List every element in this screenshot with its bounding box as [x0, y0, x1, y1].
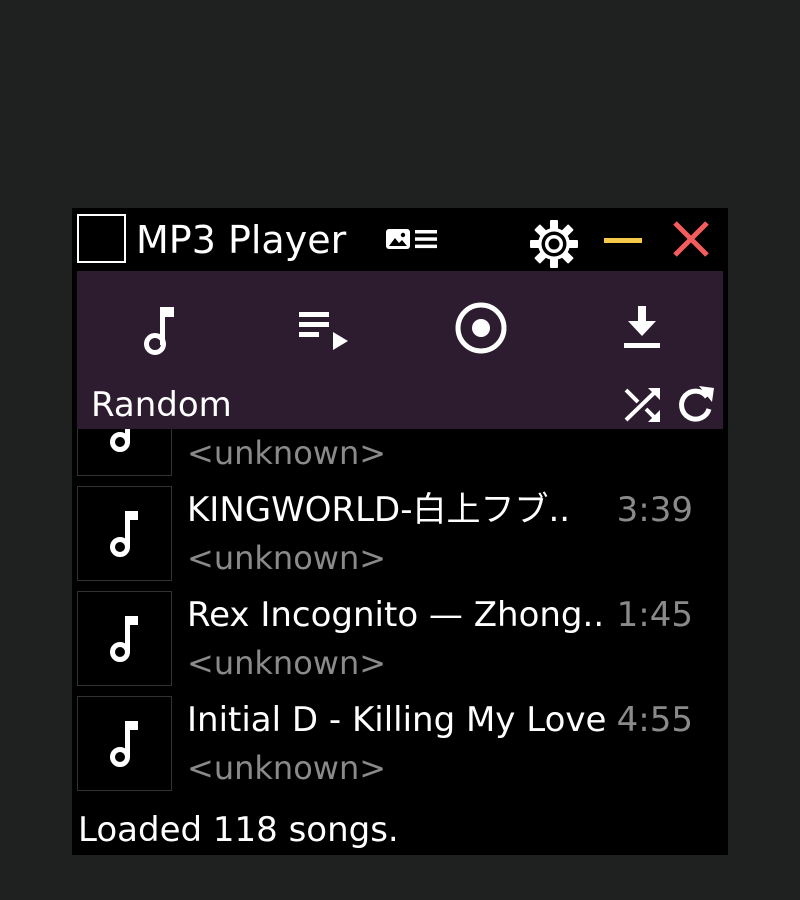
status-text: Loaded 118 songs.: [78, 810, 399, 850]
compact-view-icon[interactable]: [384, 225, 440, 253]
shuffle-icon[interactable]: [621, 383, 665, 427]
close-icon[interactable]: [668, 218, 716, 262]
song-thumbnail: [77, 429, 172, 476]
song-thumbnail: [77, 591, 172, 686]
playlist-play-icon[interactable]: [285, 293, 355, 363]
download-icon[interactable]: [607, 293, 677, 363]
song-row[interactable]: KINGWORLD-白上フブ.. 3:39 <unknown>: [77, 486, 723, 586]
window-title: MP3 Player: [136, 218, 347, 262]
song-artist: <unknown>: [187, 644, 387, 682]
song-row[interactable]: Initial D - Killing My Love 4:55 <unknow…: [77, 696, 723, 796]
app-icon: [77, 214, 126, 263]
song-duration: 3:39: [616, 490, 693, 530]
song-title: Rex Incognito — Zhong..: [187, 595, 605, 635]
song-duration: 4:55: [616, 700, 693, 740]
song-title: KINGWORLD-白上フブ..: [187, 490, 571, 530]
music-note-icon: [110, 721, 138, 767]
mp3-player-window: MP3 Player Random <unknown> KINGWORLD-白上…: [72, 208, 728, 855]
record-icon[interactable]: [446, 293, 516, 363]
song-thumbnail: [77, 696, 172, 791]
music-note-icon: [110, 511, 138, 557]
music-note-icon[interactable]: [123, 293, 193, 363]
song-row[interactable]: Rex Incognito — Zhong.. 1:45 <unknown>: [77, 591, 723, 691]
minimize-icon[interactable]: [600, 222, 648, 258]
music-note-icon: [110, 616, 138, 662]
song-row[interactable]: <unknown>: [77, 429, 723, 481]
toolbar: Random: [77, 271, 723, 429]
song-artist: <unknown>: [187, 749, 387, 787]
music-note-icon: [110, 429, 130, 452]
song-artist: <unknown>: [187, 434, 387, 472]
song-title: Initial D - Killing My Love: [187, 700, 607, 740]
song-artist: <unknown>: [187, 539, 387, 577]
title-bar: MP3 Player: [72, 208, 728, 270]
song-list[interactable]: <unknown> KINGWORLD-白上フブ.. 3:39 <unknown…: [77, 429, 723, 799]
gear-icon[interactable]: [528, 218, 580, 270]
playback-mode-label: Random: [91, 385, 232, 425]
refresh-icon[interactable]: [673, 383, 717, 427]
song-thumbnail: [77, 486, 172, 581]
song-duration: 1:45: [616, 595, 693, 635]
